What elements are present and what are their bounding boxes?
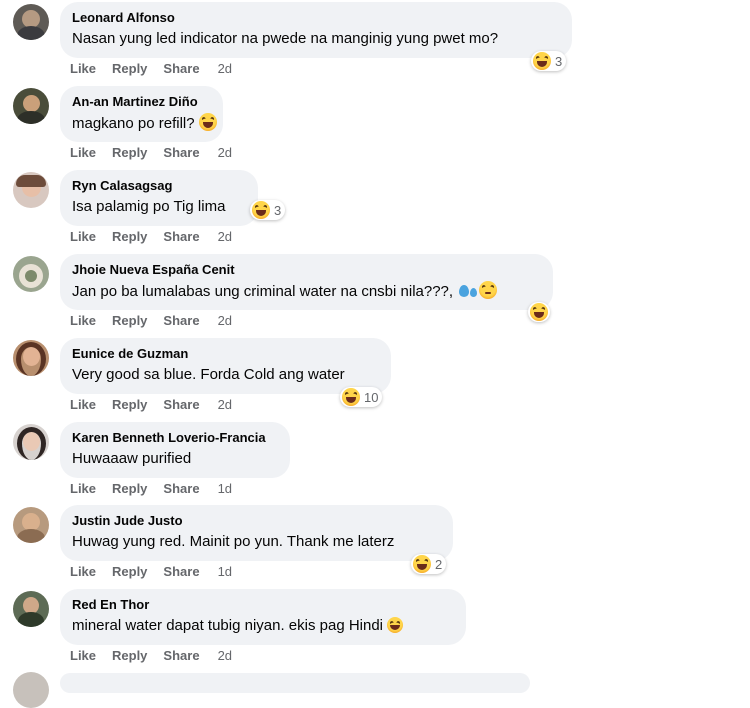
share-button[interactable]: Share: [163, 481, 199, 496]
haha-emoji-icon: [198, 113, 217, 131]
comment-author[interactable]: Eunice de Guzman: [72, 346, 379, 362]
like-button[interactable]: Like: [70, 564, 96, 579]
comment-actions: Like Reply Share 1d: [70, 564, 248, 579]
share-button[interactable]: Share: [163, 648, 199, 663]
comment-bubble: Karen Benneth Loverio-Francia Huwaaaw pu…: [60, 422, 290, 478]
sweat-droplets-icon: [470, 288, 478, 297]
sweat-droplets-icon: [459, 285, 470, 297]
reaction-count[interactable]: [528, 302, 550, 322]
reaction-count[interactable]: 3: [531, 51, 567, 71]
comment-text: Very good sa blue. Forda Cold ang water: [72, 366, 345, 383]
comment-author[interactable]: Jhoie Nueva España Cenit: [72, 262, 541, 278]
comment-timestamp[interactable]: 1d: [218, 481, 232, 496]
comment-text: Huwag yung red. Mainit po yun. Thank me …: [72, 533, 395, 550]
reaction-count-value: 10: [364, 389, 379, 405]
comment-actions: Like Reply Share 2d: [70, 313, 248, 328]
comment-timestamp[interactable]: 2d: [218, 61, 232, 76]
avatar[interactable]: [13, 4, 49, 40]
comment-bubble: Justin Jude Justo Huwag yung red. Mainit…: [60, 505, 453, 561]
comment-actions: Like Reply Share 2d: [70, 229, 248, 244]
comment-author[interactable]: An-an Martinez Diño: [72, 94, 211, 110]
reply-button[interactable]: Reply: [112, 313, 147, 328]
avatar[interactable]: [13, 424, 49, 460]
comment-timestamp[interactable]: 2d: [218, 648, 232, 663]
comment-text: mineral water dapat tubig niyan. ekis pa…: [72, 616, 454, 636]
share-button[interactable]: Share: [163, 397, 199, 412]
comment-bubble: Leonard Alfonso Nasan yung led indicator…: [60, 2, 572, 58]
share-button[interactable]: Share: [163, 145, 199, 160]
like-button[interactable]: Like: [70, 145, 96, 160]
comment-text: magkano po refill?: [72, 113, 217, 134]
comment-actions: Like Reply Share 2d: [70, 397, 248, 412]
reaction-count[interactable]: 10: [340, 387, 383, 407]
like-button[interactable]: Like: [70, 481, 96, 496]
reaction-count[interactable]: 2: [411, 554, 447, 574]
share-button[interactable]: Share: [163, 313, 199, 328]
comment-text-value: magkano po refill?: [72, 115, 195, 132]
reply-button[interactable]: Reply: [112, 229, 147, 244]
haha-emoji-icon: [413, 555, 431, 573]
like-button[interactable]: Like: [70, 229, 96, 244]
comment-timestamp[interactable]: 2d: [218, 313, 232, 328]
comment-bubble: Ryn Calasagsag Isa palamig po Tig lima: [60, 170, 258, 226]
comment-bubble: Eunice de Guzman Very good sa blue. Ford…: [60, 338, 391, 394]
haha-emoji-icon: [342, 388, 360, 406]
laughing-tears-emoji-icon: [387, 617, 404, 633]
comment-text: Nasan yung led indicator na pwede na man…: [72, 30, 499, 47]
reaction-count-value: 2: [435, 556, 443, 572]
comment-author[interactable]: Leonard Alfonso: [72, 10, 560, 26]
comment-actions: Like Reply Share 2d: [70, 145, 248, 160]
haha-emoji-icon: [530, 303, 548, 321]
share-button[interactable]: Share: [163, 61, 199, 76]
comment-bubble: Jhoie Nueva España Cenit Jan po ba lumal…: [60, 254, 553, 310]
comment-author[interactable]: Karen Benneth Loverio-Francia: [72, 430, 278, 446]
reply-button[interactable]: Reply: [112, 648, 147, 663]
avatar[interactable]: [13, 672, 49, 708]
reaction-count-value: 3: [274, 202, 282, 218]
like-button[interactable]: Like: [70, 313, 96, 328]
reply-button[interactable]: Reply: [112, 564, 147, 579]
reaction-count-value: 3: [555, 53, 563, 69]
comment-actions: Like Reply Share 1d: [70, 481, 248, 496]
comment-timestamp[interactable]: 2d: [218, 145, 232, 160]
comment-timestamp[interactable]: 1d: [218, 564, 232, 579]
comment-text-value: Jan po ba lumalabas ung criminal water n…: [72, 283, 454, 300]
reply-button[interactable]: Reply: [112, 397, 147, 412]
comment-bubble: [60, 673, 530, 693]
haha-emoji-icon: [533, 52, 551, 70]
comment-text: Jan po ba lumalabas ung criminal water n…: [72, 281, 541, 302]
avatar[interactable]: [13, 88, 49, 124]
comment-actions: Like Reply Share 2d: [70, 648, 248, 663]
comment-actions: Like Reply Share 2d: [70, 61, 248, 76]
avatar[interactable]: [13, 172, 49, 208]
share-button[interactable]: Share: [163, 229, 199, 244]
comment-text-value: mineral water dapat tubig niyan. ekis pa…: [72, 617, 384, 634]
avatar[interactable]: [13, 256, 49, 292]
avatar[interactable]: [13, 340, 49, 376]
reaction-count[interactable]: 3: [250, 200, 286, 220]
comment-text: Huwaaaw purified: [72, 450, 192, 467]
comment-author[interactable]: Ryn Calasagsag: [72, 178, 246, 194]
share-button[interactable]: Share: [163, 564, 199, 579]
avatar[interactable]: [13, 591, 49, 627]
comment-bubble: Red En Thor mineral water dapat tubig ni…: [60, 589, 466, 645]
thinking-emoji-icon: [479, 281, 498, 299]
avatar[interactable]: [13, 507, 49, 543]
comment-text: Isa palamig po Tig lima: [72, 198, 226, 215]
comment-bubble: An-an Martinez Diño magkano po refill?: [60, 86, 223, 142]
like-button[interactable]: Like: [70, 648, 96, 663]
haha-emoji-icon: [252, 201, 270, 219]
comment-timestamp[interactable]: 2d: [218, 229, 232, 244]
reply-button[interactable]: Reply: [112, 145, 147, 160]
comment-author[interactable]: Justin Jude Justo: [72, 513, 441, 529]
like-button[interactable]: Like: [70, 397, 96, 412]
reply-button[interactable]: Reply: [112, 61, 147, 76]
comment-author[interactable]: Red En Thor: [72, 597, 454, 613]
reply-button[interactable]: Reply: [112, 481, 147, 496]
like-button[interactable]: Like: [70, 61, 96, 76]
comment-timestamp[interactable]: 2d: [218, 397, 232, 412]
